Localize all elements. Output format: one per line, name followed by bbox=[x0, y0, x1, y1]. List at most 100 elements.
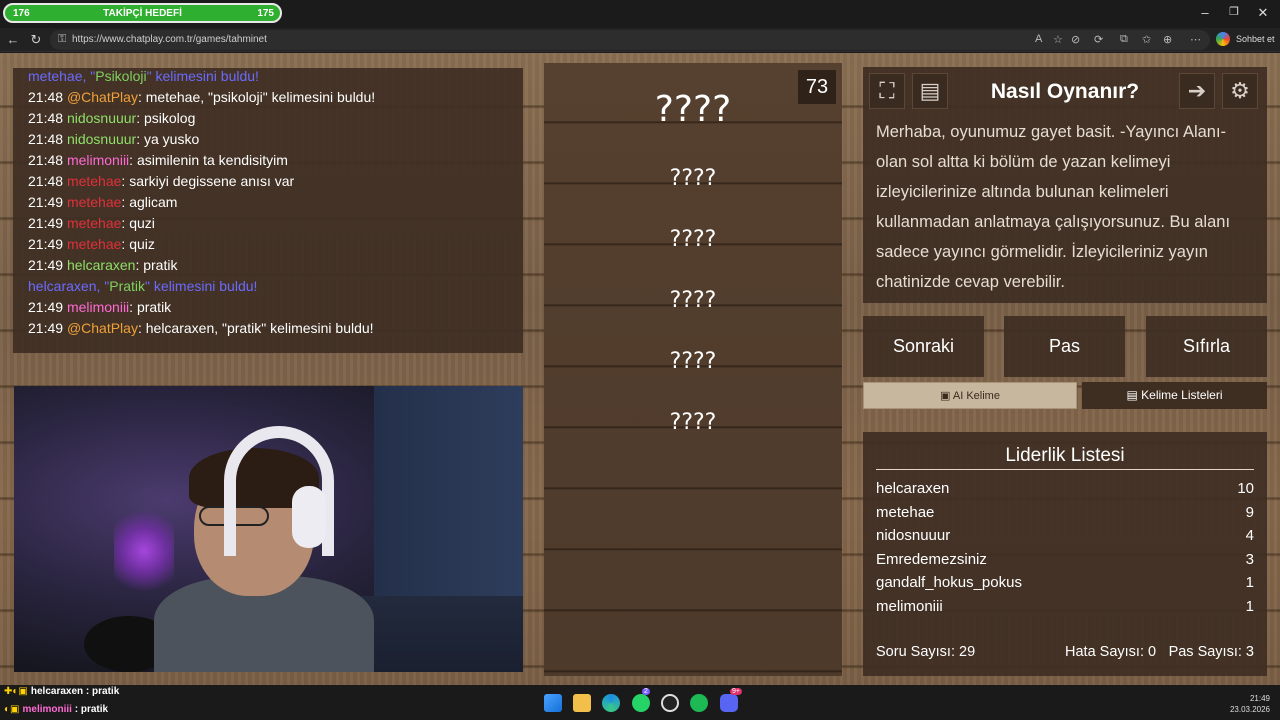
extensions-icon[interactable]: ⟳ bbox=[1094, 33, 1103, 46]
badge-icons: ✚◐▣ bbox=[4, 686, 28, 697]
read-aloud-icon[interactable]: A bbox=[1035, 33, 1042, 45]
overlay-chat-line: ◐▣ melimoniii : pratik bbox=[4, 704, 108, 715]
found-word: Psikoloji bbox=[95, 68, 147, 84]
word-lists-button[interactable]: ▤ Kelime Listeleri bbox=[1082, 382, 1267, 409]
badge-icons: ◐▣ bbox=[4, 704, 20, 715]
system-clock[interactable]: 21:49 23.03.2026 bbox=[1230, 693, 1270, 715]
obs-icon[interactable] bbox=[661, 694, 679, 712]
chat-user[interactable]: @ChatPlay bbox=[67, 320, 138, 336]
ai-word-button[interactable]: ▣ AI Kelime bbox=[863, 382, 1077, 409]
error-count: Hata Sayısı: 0 bbox=[1065, 644, 1157, 660]
split-screen-icon[interactable]: ⧉ bbox=[1120, 33, 1128, 46]
back-icon[interactable]: ← bbox=[5, 32, 21, 47]
player-score: 10 bbox=[1237, 480, 1254, 497]
settings-gear-icon[interactable]: ⚙ bbox=[1222, 73, 1258, 109]
chat-user[interactable]: metehae bbox=[67, 215, 121, 231]
leaderboard-row: metehae 9 bbox=[876, 504, 1254, 526]
chat-message: 21:48 nidosnuuur: psikolog bbox=[28, 108, 518, 129]
chat-text: " kelimesini buldu! bbox=[146, 68, 259, 84]
chat-message: 21:49 metehae: quiz bbox=[28, 234, 518, 255]
chat-user[interactable]: metehae bbox=[67, 194, 121, 210]
chat-user[interactable]: melimoniii bbox=[67, 299, 129, 315]
goal-target: 175 bbox=[257, 8, 274, 19]
restore-button[interactable]: ❐ bbox=[1224, 5, 1244, 18]
how-to-play-panel: ⛶ ▤ Nasıl Oynanır? ➔ ⚙ Merhaba, oyunumuz… bbox=[863, 67, 1267, 303]
chat-user[interactable]: metehae bbox=[67, 173, 121, 189]
chat-text: : helcaraxen, "pratik" kelimesini buldu! bbox=[137, 320, 374, 336]
browser-navbar: ← ↻ ⚿ https://www.chatplay.com.tr/games/… bbox=[0, 28, 1280, 52]
copilot-icon[interactable] bbox=[1216, 32, 1230, 46]
player-score: 1 bbox=[1245, 574, 1254, 592]
chat-time: 21:48 bbox=[28, 173, 64, 189]
robot-icon: ▣ bbox=[940, 390, 953, 402]
game-stage: metehae , " Psikoloji" kelimesini buldu! 21… bbox=[0, 53, 1280, 685]
chat-user[interactable]: metehae bbox=[67, 236, 121, 252]
pass-button[interactable]: Pas bbox=[1004, 316, 1125, 377]
reset-button[interactable]: Sıfırla bbox=[1146, 316, 1267, 377]
file-explorer-icon[interactable] bbox=[573, 694, 591, 712]
leaderboard-divider bbox=[876, 469, 1254, 470]
chat-time: 21:48 bbox=[28, 131, 64, 147]
whatsapp-badge: 2 bbox=[642, 688, 650, 695]
edge-browser-icon[interactable] bbox=[602, 694, 620, 712]
chat-text: : quiz bbox=[121, 236, 155, 252]
taboo-word: ???? bbox=[669, 349, 717, 374]
tracking-icon[interactable]: ⊘ bbox=[1071, 33, 1080, 46]
next-button[interactable]: Sonraki bbox=[863, 316, 984, 377]
chat-user[interactable]: @ChatPlay bbox=[67, 89, 138, 105]
player-score: 4 bbox=[1245, 527, 1254, 545]
taskbar: ✚◐▣ helcaraxen : pratik ◐▣ melimoniii : pr… bbox=[0, 685, 1280, 720]
chat-user[interactable]: nidosnuuur bbox=[67, 131, 136, 147]
pass-count: Pas Sayısı: 3 bbox=[1168, 644, 1254, 660]
url-text[interactable]: https://www.chatplay.com.tr/games/tahmin… bbox=[72, 34, 267, 45]
leaderboard-row: nidosnuuur 4 bbox=[876, 527, 1254, 549]
logout-icon[interactable]: ➔ bbox=[1179, 73, 1215, 109]
chat-time: 21:48 bbox=[28, 152, 64, 168]
whatsapp-icon[interactable] bbox=[632, 694, 650, 712]
chat-user[interactable]: nidosnuuur bbox=[67, 110, 136, 126]
leaderboard-panel: Liderlik Listesi helcaraxen 10 metehae 9 nid… bbox=[863, 432, 1267, 676]
chat-user: helcaraxen bbox=[28, 278, 97, 294]
refresh-icon[interactable]: ↻ bbox=[28, 32, 44, 48]
overlay-chat-msg: : pratik bbox=[71, 704, 109, 715]
taboo-word: ???? bbox=[669, 410, 717, 435]
windows-start-icon[interactable] bbox=[544, 694, 562, 712]
favorite-star-icon[interactable]: ☆ bbox=[1053, 33, 1063, 46]
more-options-icon[interactable]: ⋯ bbox=[1190, 33, 1201, 46]
overlay-chat-line: ✚◐▣ helcaraxen : pratik bbox=[4, 686, 119, 697]
player-name: Emredemezsiniz bbox=[876, 550, 987, 568]
goal-title: TAKİPÇİ HEDEFİ bbox=[103, 8, 182, 19]
chat-text: : sarkiyi degissene anısı var bbox=[121, 173, 295, 189]
chat-time: 21:49 bbox=[28, 215, 64, 231]
chat-user[interactable]: helcaraxen bbox=[67, 257, 136, 273]
word-column: 73 ???? ???? ???? ???? ???? ???? bbox=[544, 63, 842, 676]
discord-icon[interactable] bbox=[720, 694, 738, 712]
player-name: gandalf_hokus_pokus bbox=[876, 574, 1022, 592]
address-bar[interactable]: ⚿ https://www.chatplay.com.tr/games/tahm… bbox=[50, 30, 1210, 50]
favorites-icon[interactable]: ✩ bbox=[1142, 33, 1151, 46]
player-name: melimoniii bbox=[876, 598, 943, 615]
chat-list: metehae , " Psikoloji" kelimesini buldu! 21… bbox=[28, 68, 518, 339]
chat-user[interactable]: melimoniii bbox=[67, 152, 129, 168]
chat-text: : metehae, "psikoloji" kelimesini buldu! bbox=[137, 89, 376, 105]
chat-label[interactable]: Sohbet et bbox=[1236, 34, 1275, 44]
chat-text: : quzi bbox=[121, 215, 155, 231]
chat-message: 21:48 nidosnuuur: ya yusko bbox=[28, 129, 518, 150]
close-button[interactable]: ✕ bbox=[1253, 5, 1273, 21]
minimize-button[interactable]: – bbox=[1195, 5, 1215, 20]
chat-time: 21:48 bbox=[28, 110, 64, 126]
webcam-light bbox=[114, 506, 174, 596]
webcam-headphone-cup bbox=[292, 486, 326, 548]
collections-icon[interactable]: ⊕ bbox=[1163, 33, 1172, 46]
taboo-word: ???? bbox=[669, 227, 717, 252]
player-score: 3 bbox=[1245, 550, 1254, 568]
discord-badge: 9+ bbox=[730, 688, 742, 695]
how-to-play-text: Merhaba, oyunumuz gayet basit. -Yayıncı … bbox=[876, 123, 1231, 291]
chat-time: 21:49 bbox=[28, 299, 64, 315]
chat-text: , " bbox=[96, 278, 110, 294]
word-lists-label: Kelime Listeleri bbox=[1141, 388, 1223, 402]
overlay-chat-user: helcaraxen bbox=[30, 686, 84, 697]
chat-time: 21:48 bbox=[28, 89, 64, 105]
lock-icon: ⚿ bbox=[58, 33, 67, 45]
spotify-icon[interactable] bbox=[690, 694, 708, 712]
